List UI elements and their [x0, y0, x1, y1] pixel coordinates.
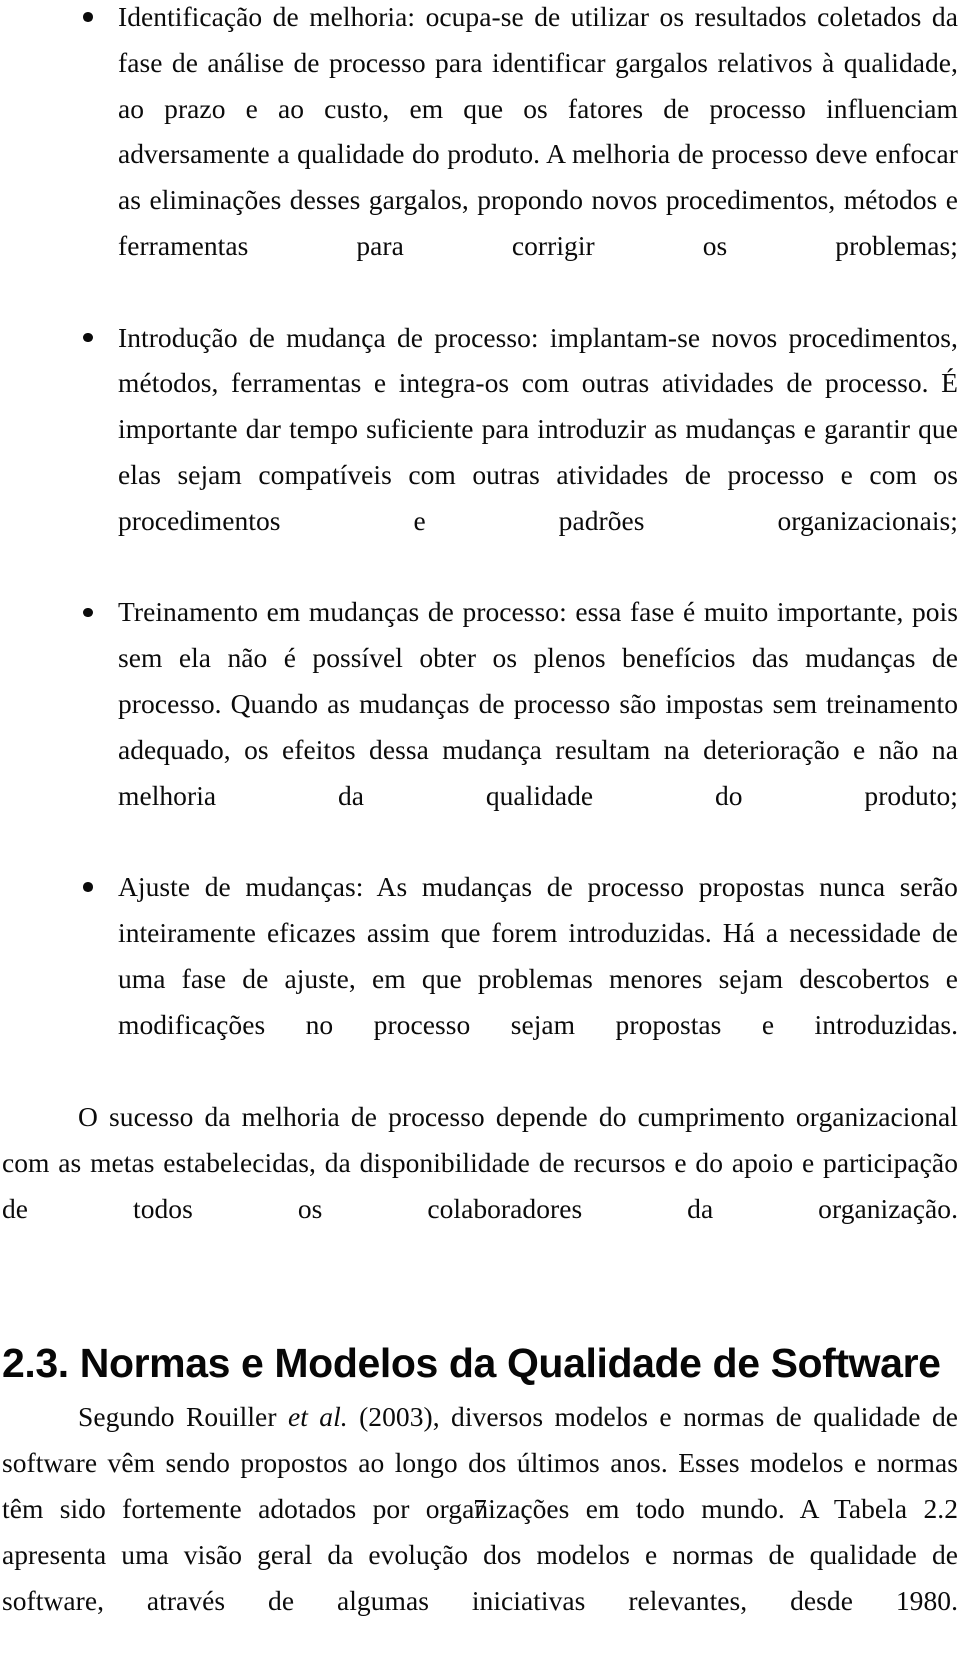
- bullet-list: Identificação de melhoria: ocupa-se de u…: [2, 0, 958, 1093]
- list-item-introducao-de-mudanca-de-processo: Introdução de mudança de processo: impla…: [2, 315, 958, 590]
- paragraph-segundo-rouiller: Segundo Rouiller et al. (2003), diversos…: [2, 1394, 958, 1669]
- list-item-text: Introdução de mudança de processo: impla…: [118, 321, 958, 536]
- bullet-point-icon: [83, 864, 93, 910]
- list-item-text: Identificação de melhoria: ocupa-se de u…: [118, 1, 958, 261]
- list-item-text: Ajuste de mudanças: As mudanças de proce…: [118, 871, 958, 1040]
- bullet-point-icon: [83, 0, 93, 40]
- document-page: Identificação de melhoria: ocupa-se de u…: [0, 0, 960, 1616]
- page-number: 7: [473, 1494, 487, 1524]
- page-content: Identificação de melhoria: ocupa-se de u…: [2, 0, 958, 1669]
- list-item-identificacao-de-melhoria: Identificação de melhoria: ocupa-se de u…: [2, 0, 958, 315]
- section-heading-2-3: 2.3. Normas e Modelos da Qualidade de So…: [2, 1340, 941, 1387]
- list-item-text: Treinamento em mudanças de processo: ess…: [118, 596, 958, 811]
- bullet-point-icon: [83, 315, 93, 361]
- paragraph-text-part-1: Segundo Rouiller: [78, 1401, 288, 1433]
- list-item-ajuste-de-mudancas: Ajuste de mudanças: As mudanças de proce…: [2, 864, 958, 1093]
- paragraph-sucesso-melhoria: O sucesso da melhoria de processo depend…: [2, 1101, 958, 1224]
- bullet-point-icon: [83, 589, 93, 635]
- list-item-treinamento-em-mudancas-de-processo: Treinamento em mudanças de processo: ess…: [2, 589, 958, 864]
- citation-et-al: et al.: [287, 1401, 348, 1433]
